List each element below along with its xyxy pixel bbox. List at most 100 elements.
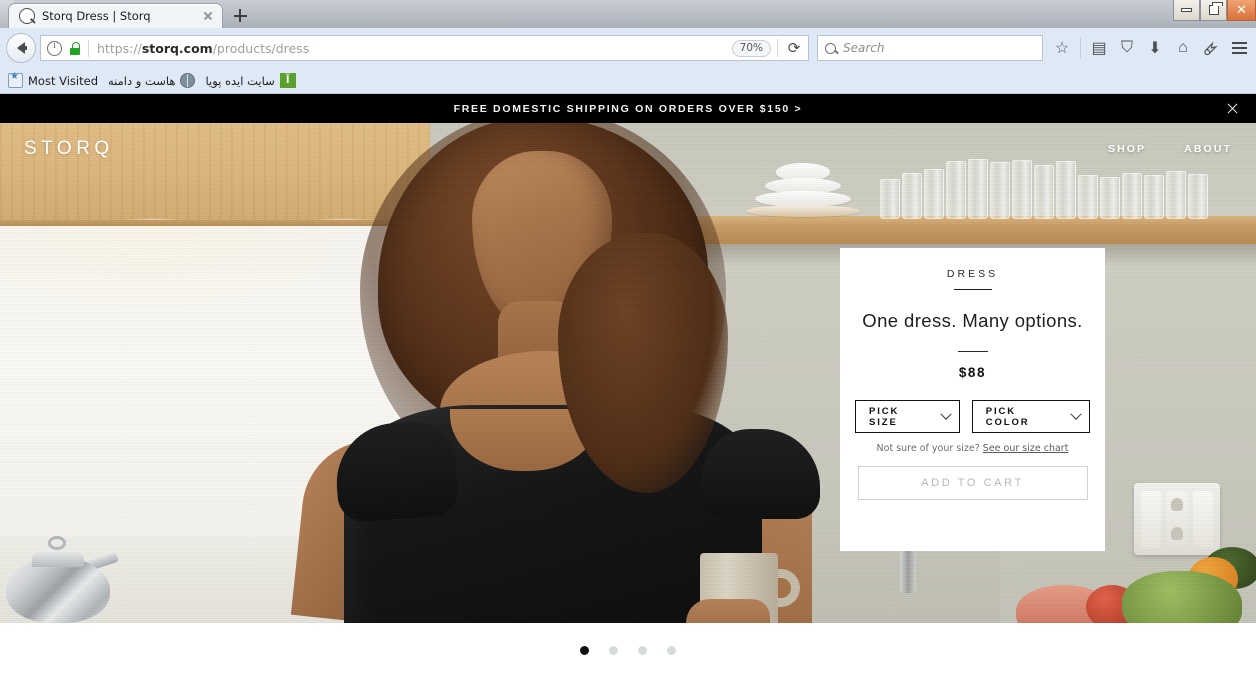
glass	[924, 169, 944, 219]
size-chart-hint: Not sure of your size? See our size char…	[877, 443, 1069, 454]
bookmark-idehpouya[interactable]: آ سایت ایده پویا	[205, 73, 296, 88]
url-text: https://storq.com/products/dress	[97, 41, 732, 56]
glass	[1166, 171, 1186, 219]
back-button[interactable]	[6, 33, 36, 63]
pick-color-label: PICK COLOR	[985, 405, 1030, 428]
arrow-left-icon	[17, 42, 27, 54]
bookmark-label: سایت ایده پویا	[205, 73, 275, 88]
search-input[interactable]: Search	[843, 41, 885, 55]
site-nav: SHOP ABOUT	[1108, 143, 1232, 155]
close-icon[interactable]	[1222, 94, 1242, 123]
light-switch	[1141, 491, 1161, 547]
product-category: DRESS	[946, 268, 999, 280]
url-scheme: https://	[97, 40, 142, 56]
close-window-button[interactable]: ✕	[1227, 0, 1256, 21]
library-icon[interactable]: ▤	[1086, 34, 1112, 62]
glass	[1100, 177, 1120, 219]
under-cabinet-light	[120, 218, 186, 224]
site-header: STORQ SHOP ABOUT	[0, 123, 1256, 175]
wall-outlet-plate	[1134, 483, 1220, 555]
zoom-level-badge[interactable]: 70%	[731, 39, 771, 57]
carousel-dot-3[interactable]	[638, 646, 647, 655]
window-controls: ✕	[1173, 0, 1256, 21]
hero-section: STORQ SHOP ABOUT DRESS One dress. Many o…	[0, 123, 1256, 623]
menu-line	[1231, 47, 1247, 49]
toolbar-divider	[777, 39, 778, 57]
new-tab-button[interactable]	[223, 3, 257, 28]
downloads-icon[interactable]: ⬇	[1142, 34, 1168, 62]
most-visited-icon	[8, 71, 23, 88]
search-icon	[825, 42, 836, 54]
bookmark-star-icon[interactable]: ☆	[1049, 34, 1075, 62]
carousel-dot-1[interactable]	[580, 646, 589, 655]
page-viewport: FREE DOMESTIC SHIPPING ON ORDERS OVER $1…	[0, 94, 1256, 678]
size-hint-text: Not sure of your size?	[876, 443, 983, 455]
bookmark-hosting-domain[interactable]: هاست و دامنه	[108, 73, 196, 88]
menu-button[interactable]	[1228, 34, 1250, 62]
navigation-toolbar: https://storq.com/products/dress 70% ⟳ S…	[0, 28, 1256, 68]
url-bar[interactable]: https://storq.com/products/dress 70% ⟳	[40, 35, 809, 61]
dress-sleeve-right	[702, 429, 820, 519]
nav-link-about[interactable]: ABOUT	[1184, 143, 1232, 155]
glass	[1188, 174, 1208, 219]
add-to-cart-label: ADD TO CART	[921, 477, 1024, 490]
nav-link-shop[interactable]: SHOP	[1108, 143, 1146, 155]
promo-banner-text[interactable]: FREE DOMESTIC SHIPPING ON ORDERS OVER $1…	[454, 103, 803, 115]
size-chart-link[interactable]: See our size chart	[983, 443, 1069, 454]
menu-line	[1231, 52, 1247, 54]
option-selectors: PICK SIZE PICK COLOR	[855, 400, 1090, 434]
kettle-knob	[48, 536, 66, 550]
add-to-cart-button[interactable]: ADD TO CART	[857, 466, 1088, 501]
glass	[1144, 175, 1164, 219]
carousel-dot-4[interactable]	[667, 646, 676, 655]
vegetables	[1016, 547, 1256, 623]
bookmark-most-visited[interactable]: Most Visited	[8, 71, 98, 88]
addon-fly-icon[interactable]: 🜸	[1198, 34, 1224, 62]
url-separator	[88, 39, 89, 57]
lock-icon[interactable]	[68, 41, 81, 56]
browser-window: Storq Dress | Storq ✕ https://storq.com/…	[0, 0, 1256, 678]
glass	[902, 173, 922, 219]
light-switch	[1193, 491, 1213, 547]
coffee-mug	[686, 553, 800, 623]
carousel-dot-2[interactable]	[609, 646, 618, 655]
minimize-icon	[1181, 8, 1192, 12]
minimize-button[interactable]	[1173, 0, 1200, 21]
promo-banner: FREE DOMESTIC SHIPPING ON ORDERS OVER $1…	[0, 94, 1256, 123]
bookmarks-bar: Most Visited هاست و دامنه آ سایت ایده پو…	[0, 68, 1256, 94]
glass	[1122, 173, 1142, 219]
kettle-lid	[32, 549, 84, 567]
tab-strip: Storq Dress | Storq ✕	[0, 0, 1256, 28]
url-host: storq.com	[141, 40, 213, 56]
product-headline: One dress. Many options.	[862, 310, 1083, 332]
model-photo	[290, 123, 860, 623]
chevron-down-icon	[940, 408, 952, 420]
restore-button[interactable]	[1200, 0, 1227, 21]
close-window-icon: ✕	[1236, 2, 1247, 18]
glass	[1078, 175, 1098, 219]
pocket-icon[interactable]: ⛉	[1114, 34, 1140, 62]
home-icon[interactable]: ⌂	[1170, 34, 1196, 62]
pick-size-select[interactable]: PICK SIZE	[855, 400, 960, 434]
info-icon[interactable]	[47, 40, 62, 56]
restore-icon	[1208, 2, 1223, 15]
browser-tab[interactable]: Storq Dress | Storq	[8, 3, 223, 28]
tab-favicon-icon	[19, 8, 35, 24]
dress-sleeve-left	[332, 418, 460, 524]
divider	[957, 351, 988, 353]
chevron-down-icon	[1070, 408, 1082, 420]
site-logo[interactable]: STORQ	[24, 138, 114, 160]
reload-button[interactable]: ⟳	[782, 36, 806, 60]
tab-title: Storq Dress | Storq	[42, 9, 151, 23]
carousel-dots	[0, 623, 1256, 678]
url-path: /products/dress	[212, 40, 310, 56]
pick-size-label: PICK SIZE	[869, 405, 900, 428]
toolbar-icons: ☆ ▤ ⛉ ⬇ ⌂ 🜸	[1049, 34, 1250, 62]
model-hand	[686, 599, 770, 623]
pick-color-select[interactable]: PICK COLOR	[971, 400, 1090, 434]
bookmark-label: Most Visited	[28, 73, 98, 88]
tab-close-icon[interactable]	[200, 8, 216, 24]
power-socket	[1166, 491, 1188, 547]
menu-line	[1231, 42, 1247, 44]
search-bar[interactable]: Search	[817, 35, 1043, 61]
